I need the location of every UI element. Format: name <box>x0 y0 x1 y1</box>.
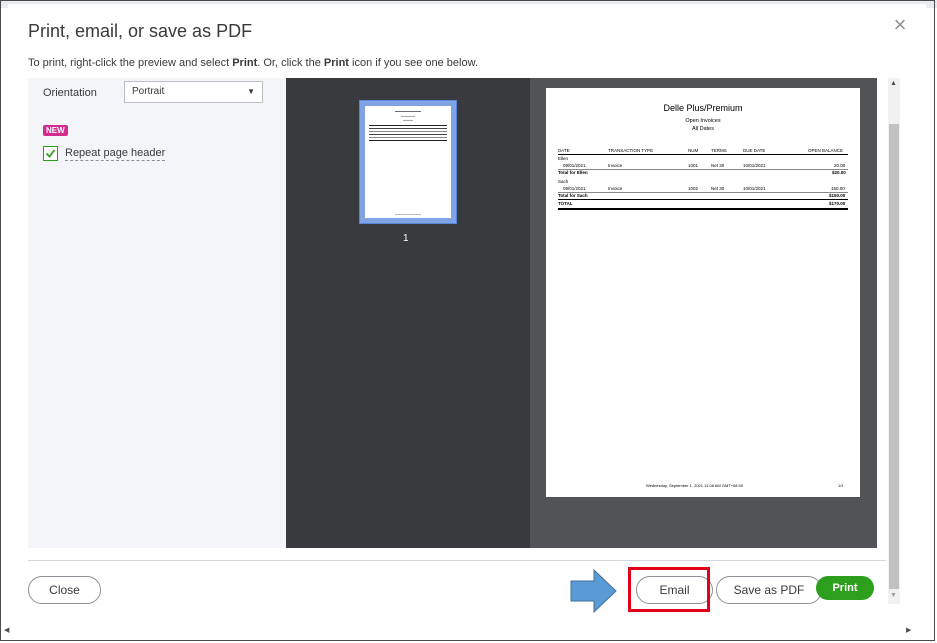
window-frame <box>0 0 935 641</box>
